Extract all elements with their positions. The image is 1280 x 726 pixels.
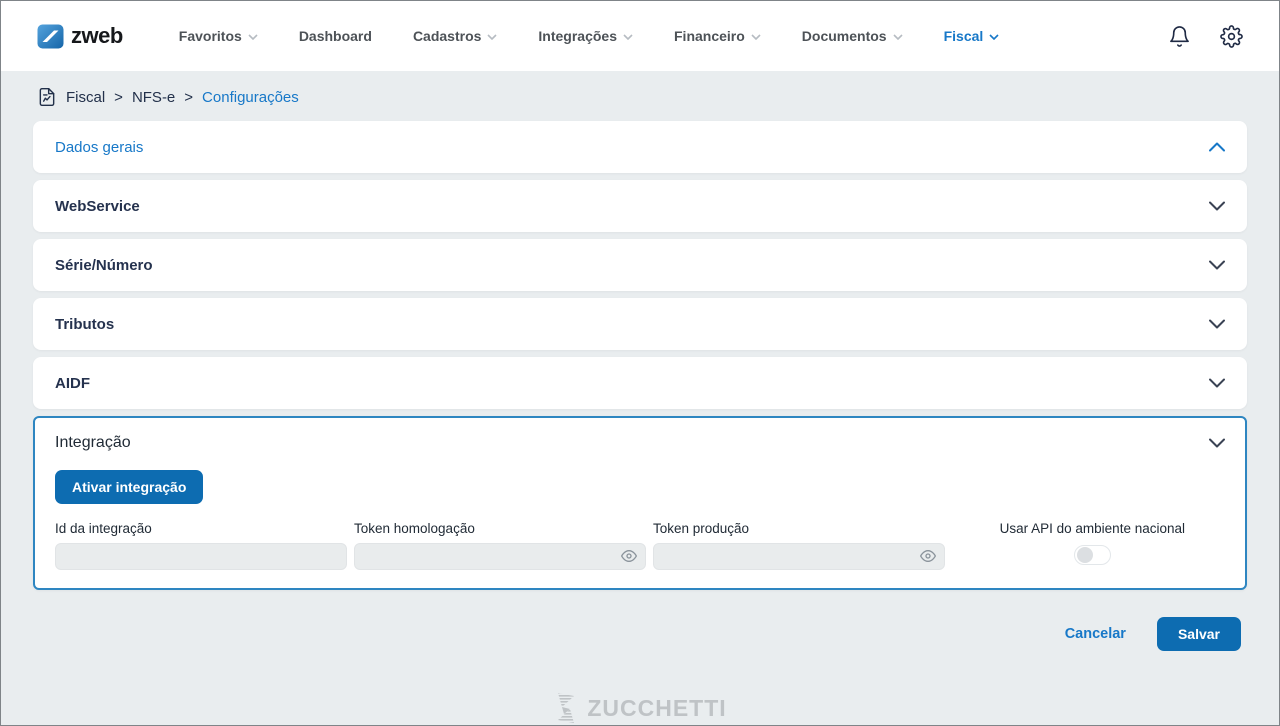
accordion-card-dados-gerais: Dados gerais (33, 121, 1247, 173)
chevron-up-icon[interactable] (1209, 142, 1225, 152)
accordion-card-aidf: AIDF (33, 357, 1247, 409)
nav-item-integracoes[interactable]: Integrações (538, 28, 633, 44)
eye-icon[interactable] (621, 548, 637, 564)
accordion-header-tributos[interactable]: Tributos (33, 298, 1247, 350)
accordion-header-dados-gerais[interactable]: Dados gerais (33, 121, 1247, 173)
chevron-down-icon[interactable] (1209, 319, 1225, 329)
accordion-header-integracao[interactable]: Integração (35, 418, 1245, 468)
accordion-title: AIDF (55, 375, 90, 392)
nav-label: Fiscal (944, 28, 984, 44)
toggle-label: Usar API do ambiente nacional (1000, 521, 1185, 536)
chevron-down-icon (623, 34, 633, 40)
zweb-logo-icon (37, 23, 64, 50)
chevron-down-icon (989, 34, 999, 40)
chevron-down-icon (248, 34, 258, 40)
form-actions: Cancelar Salvar (1, 617, 1241, 651)
field-token-homologacao: Token homologação (354, 521, 646, 570)
zucchetti-logo-icon (553, 692, 579, 724)
breadcrumb: Fiscal > NFS-e > Configurações (1, 71, 1279, 121)
field-label: Token homologação (354, 521, 646, 536)
integration-panel: Ativar integração Id da integração Token… (35, 468, 1245, 570)
activate-integration-button[interactable]: Ativar integração (55, 470, 203, 504)
accordion-card-integracao: Integração Ativar integração Id da integ… (33, 416, 1247, 590)
chevron-down-icon[interactable] (1209, 201, 1225, 211)
accordion-title: Tributos (55, 316, 114, 333)
nav-item-documentos[interactable]: Documentos (802, 28, 903, 44)
chevron-down-icon[interactable] (1209, 260, 1225, 270)
chevron-down-icon (487, 34, 497, 40)
accordion-header-aidf[interactable]: AIDF (33, 357, 1247, 409)
topbar-icon-group (1168, 25, 1243, 48)
nav-item-dashboard[interactable]: Dashboard (299, 28, 372, 44)
chevron-down-icon (751, 34, 761, 40)
token-homologacao-input[interactable] (354, 543, 646, 570)
token-producao-input[interactable] (653, 543, 945, 570)
cancel-button[interactable]: Cancelar (1065, 626, 1126, 642)
accordion-title: WebService (55, 198, 140, 215)
nav-label: Documentos (802, 28, 887, 44)
main-nav: Favoritos Dashboard Cadastros Integraçõe… (179, 28, 1000, 44)
field-usar-api-nacional: Usar API do ambiente nacional (1000, 521, 1185, 565)
accordion-card-tributos: Tributos (33, 298, 1247, 350)
breadcrumb-item-nfse[interactable]: NFS-e (132, 89, 175, 106)
breadcrumb-item-fiscal[interactable]: Fiscal (66, 89, 105, 106)
accordion-title: Integração (55, 434, 131, 452)
usar-api-nacional-toggle[interactable] (1074, 545, 1111, 565)
app-brand-name: zweb (71, 23, 123, 49)
eye-icon[interactable] (920, 548, 936, 564)
field-label: Token produção (653, 521, 945, 536)
top-navbar: zweb Favoritos Dashboard Cadastros Integ… (1, 1, 1279, 71)
nav-item-cadastros[interactable]: Cadastros (413, 28, 497, 44)
save-button[interactable]: Salvar (1157, 617, 1241, 651)
nav-label: Financeiro (674, 28, 745, 44)
chevron-down-icon (893, 34, 903, 40)
field-token-producao: Token produção (653, 521, 945, 570)
nav-label: Dashboard (299, 28, 372, 44)
settings-accordion-list: Dados gerais WebService Série/Número Tri… (1, 121, 1279, 590)
accordion-title: Série/Número (55, 257, 153, 274)
breadcrumb-separator: > (184, 89, 193, 106)
bell-icon[interactable] (1168, 25, 1191, 48)
footer: ZUCCHETTI (1, 692, 1279, 724)
toggle-knob (1077, 547, 1093, 563)
document-chart-icon (37, 86, 57, 108)
chevron-down-icon[interactable] (1209, 438, 1225, 448)
field-label: Id da integração (55, 521, 347, 536)
accordion-card-webservice: WebService (33, 180, 1247, 232)
breadcrumb-item-configuracoes: Configurações (202, 89, 299, 106)
id-integracao-input[interactable] (55, 543, 347, 570)
chevron-down-icon[interactable] (1209, 378, 1225, 388)
app-logo[interactable]: zweb (37, 23, 123, 50)
accordion-header-serie-numero[interactable]: Série/Número (33, 239, 1247, 291)
footer-brand-name: ZUCCHETTI (587, 695, 726, 722)
field-id-integracao: Id da integração (55, 521, 347, 570)
integration-fields-row: Id da integração Token homologação Token… (55, 521, 1225, 570)
breadcrumb-separator: > (114, 89, 123, 106)
nav-label: Integrações (538, 28, 617, 44)
accordion-header-webservice[interactable]: WebService (33, 180, 1247, 232)
nav-label: Cadastros (413, 28, 481, 44)
accordion-title: Dados gerais (55, 139, 143, 156)
nav-item-fiscal[interactable]: Fiscal (944, 28, 1000, 44)
accordion-card-serie-numero: Série/Número (33, 239, 1247, 291)
nav-label: Favoritos (179, 28, 242, 44)
nav-item-financeiro[interactable]: Financeiro (674, 28, 761, 44)
nav-item-favoritos[interactable]: Favoritos (179, 28, 258, 44)
gear-icon[interactable] (1220, 25, 1243, 48)
